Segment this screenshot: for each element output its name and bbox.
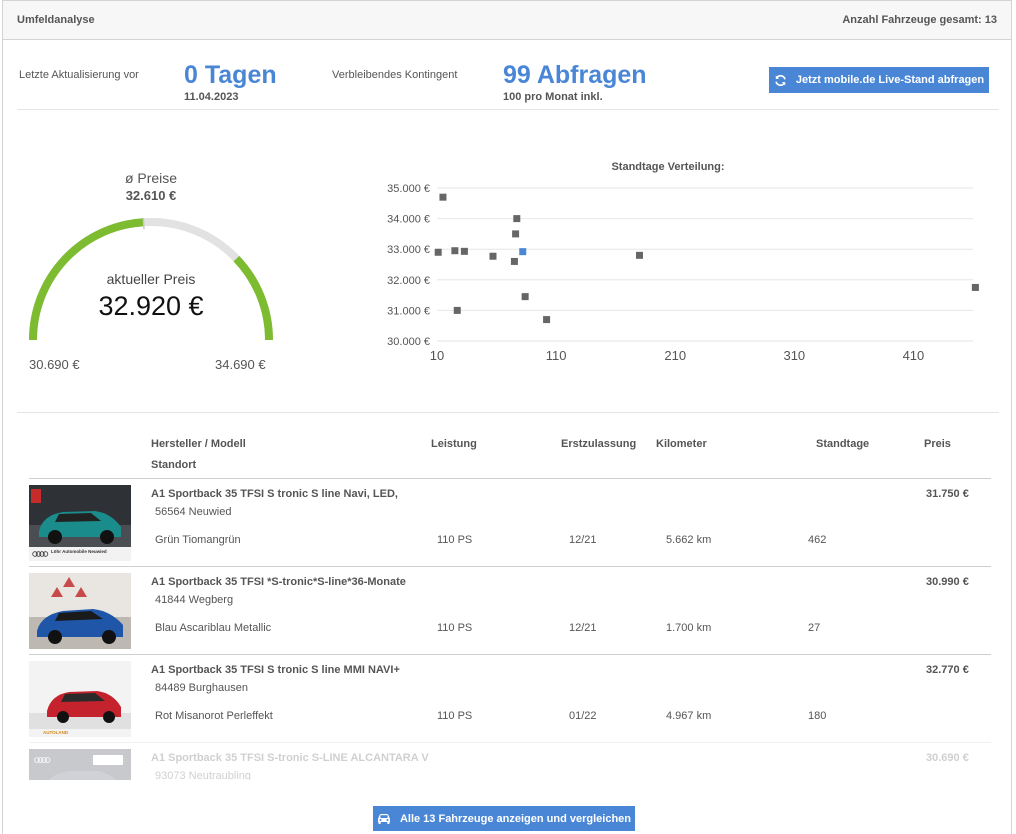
y-tick-label: 30.000 € <box>387 336 430 348</box>
data-point <box>489 252 497 260</box>
row-days: 27 <box>808 622 821 634</box>
car-thumbnail[interactable]: Löhr Automobile Neuwied <box>29 485 131 561</box>
row-registration: 01/22 <box>569 710 597 722</box>
row-power: 110 PS <box>437 534 473 546</box>
y-tick-label: 32.000 € <box>387 275 430 287</box>
data-point <box>434 248 442 256</box>
row-price: 30.690 € <box>926 752 969 764</box>
row-registration: 12/21 <box>569 622 597 634</box>
data-point <box>635 251 643 259</box>
refresh-icon <box>775 74 786 86</box>
row-days: 462 <box>808 534 827 546</box>
row-title[interactable]: A1 Sportback 35 TFSI S-tronic S-LINE ALC… <box>151 752 429 764</box>
table-row[interactable]: A1 Sportback 35 TFSI S-tronic S-LINE ALC… <box>29 742 991 780</box>
row-price: 31.750 € <box>926 488 969 500</box>
live-query-button-label: Jetzt mobile.de Live-Stand abfragen <box>795 74 985 86</box>
row-price: 32.770 € <box>926 664 969 676</box>
avg-price-label: ø Preise <box>124 170 178 186</box>
data-point <box>460 247 468 255</box>
gauge-max-label: 34.690 € <box>215 357 266 372</box>
current-price-label: aktueller Preis <box>106 271 196 287</box>
data-point <box>521 293 529 301</box>
gauge-min-label: 30.690 € <box>29 357 80 372</box>
data-point <box>513 215 521 223</box>
table-row[interactable]: A1 Sportback 35 TFSI *S-tronic*S-line*36… <box>29 566 991 654</box>
avg-price-value: 32.610 € <box>125 188 177 203</box>
x-tick-label: 10 <box>430 348 444 363</box>
row-price: 30.990 € <box>926 576 969 588</box>
y-tick-label: 31.000 € <box>387 305 430 317</box>
gauge-avg-marker <box>142 218 145 230</box>
row-power: 110 PS <box>437 710 473 722</box>
quota-label: Verbleibendes Kontingent <box>332 69 458 81</box>
panel-header: Umfeldanalyse Anzahl Fahrzeuge gesamt: 1… <box>3 1 1011 40</box>
data-point <box>519 248 527 256</box>
row-registration: 12/21 <box>569 534 597 546</box>
data-point <box>510 257 518 265</box>
data-point <box>512 230 520 238</box>
y-tick-label: 33.000 € <box>387 244 430 256</box>
car-thumbnail[interactable] <box>29 573 131 649</box>
current-price-value: 32.920 € <box>98 291 204 321</box>
col-header-price: Preis <box>924 438 951 450</box>
col-header-mileage: Kilometer <box>656 438 707 450</box>
chart-title: Standtage Verteilung: <box>611 161 725 173</box>
last-update-value: 0 Tagen <box>184 61 277 89</box>
quota-value: 99 Abfragen <box>503 61 647 89</box>
panel-title: Umfeldanalyse <box>17 14 95 26</box>
data-point <box>971 283 979 291</box>
row-color: Blau Ascariblau Metallic <box>155 622 272 634</box>
row-days: 180 <box>808 710 827 722</box>
show-all-vehicles-label: Alle 13 Fahrzeuge anzeigen und vergleich… <box>399 812 632 825</box>
data-point <box>439 193 447 201</box>
y-tick-label: 35.000 € <box>387 183 430 195</box>
row-power: 110 PS <box>437 622 473 634</box>
x-tick-label: 110 <box>546 348 567 363</box>
show-all-vehicles-button[interactable]: Alle 13 Fahrzeuge anzeigen und vergleich… <box>373 806 635 831</box>
col-header-days: Standtage <box>816 438 870 450</box>
col-header-location: Standort <box>151 459 197 471</box>
standtage-scatter-chart: 35.000 € 34.000 € 33.000 € 32.000 € 31.000 €… <box>387 183 979 363</box>
last-update-label: Letzte Aktualisierung vor <box>19 69 139 81</box>
row-mileage: 4.967 km <box>666 710 712 722</box>
data-point <box>453 306 461 314</box>
dealer-logo-text: Löhr Automobile Neuwied <box>51 549 107 554</box>
table-row[interactable]: Löhr Automobile Neuwied A1 Sportback 35 … <box>29 478 991 566</box>
x-tick-label: 410 <box>903 348 925 363</box>
x-tick-label: 310 <box>783 348 805 363</box>
analysis-panel: Umfeldanalyse Anzahl Fahrzeuge gesamt: 1… <box>2 0 1012 834</box>
car-icon <box>377 814 390 824</box>
col-header-power: Leistung <box>431 438 477 450</box>
divider <box>17 412 999 413</box>
row-title[interactable]: A1 Sportback 35 TFSI S tronic S line MMI… <box>151 664 400 676</box>
x-tick-label: 210 <box>664 348 686 363</box>
table-row[interactable]: AUTOLAND A1 Sportback 35 TFSI S tronic S… <box>29 654 991 742</box>
data-point <box>543 316 551 324</box>
col-header-model: Hersteller / Modell <box>151 438 246 450</box>
row-location: 93073 Neutraubling <box>155 770 252 780</box>
row-mileage: 1.700 km <box>666 622 712 634</box>
row-location: 84489 Burghausen <box>155 682 248 694</box>
row-title[interactable]: A1 Sportback 35 TFSI S tronic S line Nav… <box>151 488 398 500</box>
last-update-date: 11.04.2023 <box>184 91 239 103</box>
dealer-logo-text: AUTOLAND <box>43 730 69 735</box>
row-color: Rot Misanorot Perleffekt <box>155 710 273 722</box>
quota-note: 100 pro Monat inkl. <box>503 91 603 103</box>
row-location: 56564 Neuwied <box>155 506 232 518</box>
live-query-button[interactable]: Jetzt mobile.de Live-Stand abfragen <box>769 67 989 93</box>
car-thumbnail[interactable] <box>29 749 131 780</box>
divider <box>17 109 999 110</box>
y-tick-label: 34.000 € <box>387 214 430 226</box>
data-point <box>451 247 459 255</box>
row-color: Grün Tiomangrün <box>155 534 241 546</box>
vehicle-count: Anzahl Fahrzeuge gesamt: 13 <box>842 14 997 26</box>
row-title[interactable]: A1 Sportback 35 TFSI *S-tronic*S-line*36… <box>151 576 406 588</box>
row-mileage: 5.662 km <box>666 534 712 546</box>
car-thumbnail[interactable]: AUTOLAND <box>29 661 131 737</box>
row-location: 41844 Wegberg <box>155 594 234 606</box>
col-header-registration: Erstzulassung <box>561 438 637 450</box>
